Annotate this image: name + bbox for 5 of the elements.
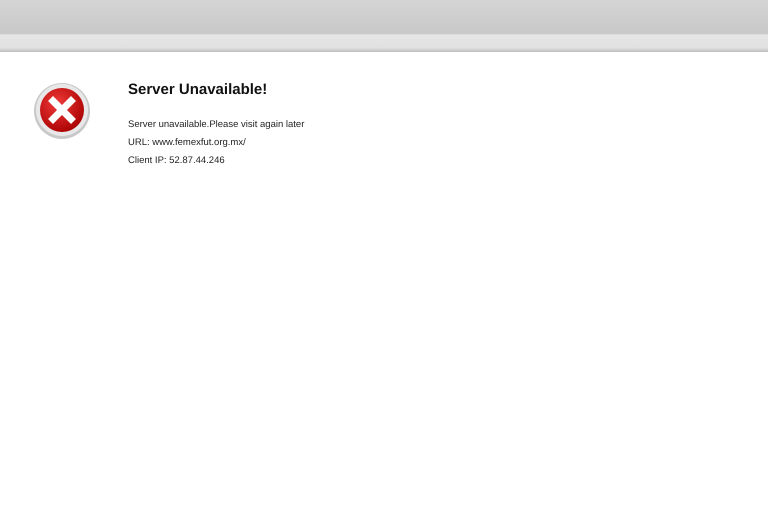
- message-text: URL: www.femexfut.org.mx/: [128, 136, 247, 149]
- message-text: Client IP: 52.87.44.246: [128, 154, 226, 167]
- error-icon: [33, 82, 91, 140]
- page-title: Server Unavailable!: [128, 80, 268, 100]
- message-text: Server unavailable.Please visit again later: [128, 118, 304, 131]
